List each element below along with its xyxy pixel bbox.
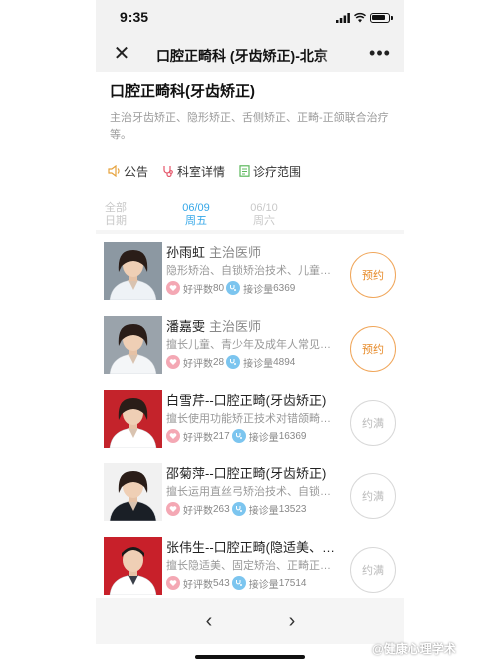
stethoscope-icon: [231, 429, 246, 443]
more-icon[interactable]: •••: [366, 40, 394, 66]
good-reviews-label: 好评数: [183, 432, 213, 444]
visits-count: 17514: [278, 577, 307, 589]
doctor-photo[interactable]: [104, 242, 162, 300]
watermark: @健康心理学术: [372, 642, 456, 656]
phone-screen: 9:35 ✕ 口腔正畸科 (牙齿矫正)-北京 ••• 口腔正畸科(牙齿矫正) 主…: [96, 0, 404, 667]
signal-icon: [336, 13, 350, 23]
tab-all-dates-line1: 全部: [105, 202, 127, 214]
doctor-name: 孙雨虹 主治医师: [166, 245, 262, 260]
good-reviews-count: 28: [213, 356, 225, 368]
heart-icon: [166, 281, 180, 295]
home-indicator[interactable]: [195, 655, 305, 659]
forward-arrow-icon[interactable]: ›: [279, 608, 305, 634]
visits-label: 接诊量: [248, 432, 279, 444]
nav-bar: ✕ 口腔正畸科 (牙齿矫正)-北京 •••: [96, 38, 404, 72]
nav-title: 口腔正畸科 (牙齿矫正)-北京: [156, 48, 328, 64]
link-treatment-scope-label: 诊疗范围: [253, 164, 302, 179]
good-reviews-label: 好评数: [183, 505, 213, 517]
visits-count: 6369: [273, 282, 296, 294]
doctor-row[interactable]: 白雪芹--口腔正畸(牙齿矫正) 擅长使用功能矫正技术对错颌畸形进行矫治好评数217…: [96, 390, 404, 464]
divider: [96, 230, 404, 234]
doctor-name: 邵菊萍--口腔正畸(牙齿矫正): [166, 466, 327, 481]
tab-all-dates-line2: 日期: [105, 215, 127, 227]
wifi-icon: [354, 12, 366, 23]
department-name: 口腔正畸科(牙齿矫正): [110, 83, 255, 100]
document-icon: [239, 165, 250, 177]
doctor-stats: 好评数 543 接诊量 17514: [166, 575, 346, 591]
visits-label: 接诊量: [248, 579, 279, 591]
doctor-stats: 好评数 263 接诊量 13523: [166, 501, 346, 517]
stethoscope-icon: [226, 281, 241, 295]
link-treatment-scope[interactable]: 诊疗范围: [239, 163, 301, 180]
good-reviews-label: 好评数: [183, 579, 213, 591]
stethoscope-icon: [163, 166, 173, 177]
doctor-name: 潘嘉雯 主治医师: [166, 319, 262, 334]
fully-booked-button[interactable]: 约满: [350, 547, 396, 593]
book-button[interactable]: 预约: [350, 326, 396, 372]
heart-icon: [166, 355, 180, 369]
tab-date-0609[interactable]: 06/09 周五: [176, 202, 216, 228]
doctor-description: 擅长运用直丝弓矫治技术、自锁托槽矫治: [166, 486, 340, 498]
doctor-description: 擅长使用功能矫正技术对错颌畸形进行矫治: [166, 413, 340, 425]
link-announcement[interactable]: 公告: [108, 163, 148, 180]
status-time: 9:35: [120, 9, 149, 25]
doctor-photo[interactable]: [104, 537, 162, 595]
visits-count: 13523: [278, 503, 307, 515]
status-bar: 9:35: [96, 0, 404, 38]
good-reviews-count: 217: [213, 430, 230, 442]
link-department-details[interactable]: 科室详情: [162, 163, 225, 180]
tab-date-0610[interactable]: 06/10 周六: [244, 202, 284, 228]
visits-label: 接诊量: [243, 284, 274, 296]
doctor-row[interactable]: 孙雨虹主治医师隐形矫治、自锁矫治技术、儿童早期矫治好评数80 接诊量6369 预约: [96, 242, 404, 316]
tab-weekday-label: 周五: [185, 215, 207, 227]
date-tabs: 全部 日期 06/09 周五 06/10 周六: [96, 198, 404, 234]
doctor-row[interactable]: 潘嘉雯主治医师擅长儿童、青少年及成年人常见错颌畸形好评数28 接诊量4894 预约: [96, 316, 404, 390]
bottom-bar: ‹ ›: [96, 598, 404, 644]
tab-weekday-label: 周六: [253, 215, 275, 227]
doctor-description: 隐形矫治、自锁矫治技术、儿童早期矫治: [166, 265, 340, 277]
department-links: 公告 科室详情 诊疗范围: [108, 162, 398, 180]
tab-date-label: 06/10: [250, 202, 278, 214]
doctor-stats: 好评数 28 接诊量 4894: [166, 354, 346, 370]
link-department-details-label: 科室详情: [177, 164, 226, 179]
fully-booked-button[interactable]: 约满: [350, 400, 396, 446]
good-reviews-label: 好评数: [183, 284, 213, 296]
good-reviews-label: 好评数: [183, 358, 213, 370]
good-reviews-count: 263: [213, 503, 230, 515]
doctor-description: 擅长儿童、青少年及成年人常见错颌畸形: [166, 339, 340, 351]
doctor-name: 白雪芹--口腔正畸(牙齿矫正): [166, 393, 327, 408]
battery-icon: [370, 13, 393, 23]
doctor-row[interactable]: 邵菊萍--口腔正畸(牙齿矫正) 擅长运用直丝弓矫治技术、自锁托槽矫治好评数263 接…: [96, 463, 404, 537]
heart-icon: [166, 502, 180, 516]
stethoscope-icon: [231, 576, 246, 590]
doctor-photo[interactable]: [104, 316, 162, 374]
doctor-description: 擅长隐适美、固定矫治、正畸正颌联合治疗: [166, 560, 340, 572]
speaker-icon: [108, 165, 120, 177]
link-announcement-label: 公告: [124, 164, 149, 179]
visits-count: 4894: [273, 356, 296, 368]
stethoscope-icon: [226, 355, 241, 369]
fully-booked-button[interactable]: 约满: [350, 473, 396, 519]
doctor-stats: 好评数 217 接诊量 16369: [166, 428, 346, 444]
heart-icon: [166, 429, 180, 443]
doctor-photo[interactable]: [104, 390, 162, 448]
visits-count: 16369: [278, 430, 307, 442]
visits-label: 接诊量: [243, 358, 274, 370]
heart-icon: [166, 576, 180, 590]
close-icon[interactable]: ✕: [110, 42, 134, 66]
back-arrow-icon[interactable]: ‹: [196, 608, 222, 634]
stethoscope-icon: [231, 502, 246, 516]
department-description: 主治牙齿矫正、隐形矫正、舌侧矫正、正畸-正颌联合治疗等。: [110, 112, 389, 141]
doctor-stats: 好评数 80 接诊量 6369: [166, 280, 346, 296]
tab-all-dates[interactable]: 全部 日期: [104, 202, 128, 228]
tab-date-label: 06/09: [182, 202, 210, 214]
visits-label: 接诊量: [248, 505, 279, 517]
book-button[interactable]: 预约: [350, 252, 396, 298]
good-reviews-count: 543: [213, 577, 230, 589]
doctor-name: 张伟生--口腔正畸(隐适美、舌侧): [166, 540, 342, 555]
doctor-photo[interactable]: [104, 463, 162, 521]
good-reviews-count: 80: [213, 282, 225, 294]
